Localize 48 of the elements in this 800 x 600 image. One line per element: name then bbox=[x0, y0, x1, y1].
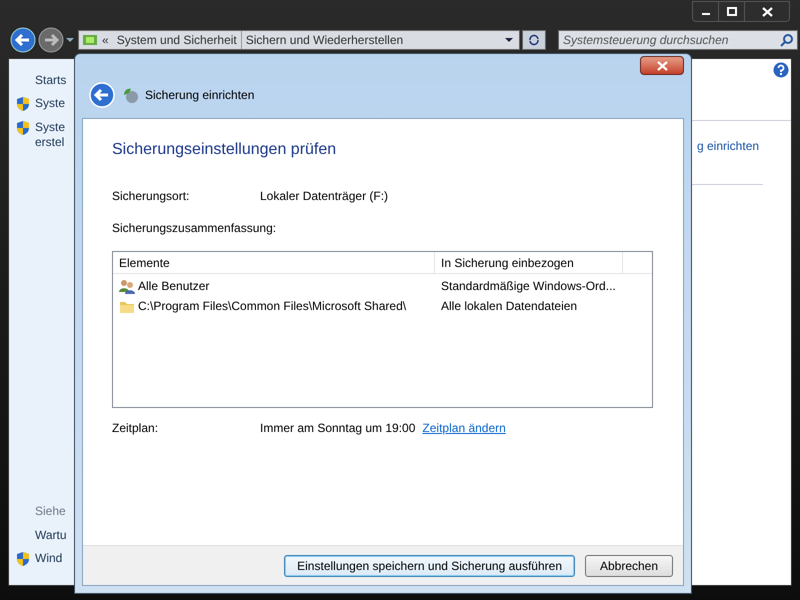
sidebar-link[interactable]: Wind bbox=[35, 551, 62, 566]
field-value: Lokaler Datenträger (F:) bbox=[260, 188, 388, 205]
sidebar-link[interactable]: Wartu bbox=[35, 528, 67, 543]
field-label: Zeitplan: bbox=[112, 420, 160, 437]
field-value: Immer am Sonntag um 19:00 bbox=[260, 420, 416, 437]
column-header[interactable]: Elemente bbox=[113, 252, 435, 273]
table-cell: Standardmäßige Windows-Ord... bbox=[441, 279, 616, 293]
setup-link[interactable]: g einrichten bbox=[697, 137, 791, 155]
sidebar-link[interactable]: Starts bbox=[35, 73, 66, 88]
users-icon bbox=[119, 278, 135, 294]
field-label: Sicherungsort: bbox=[112, 188, 190, 205]
search-icon[interactable] bbox=[780, 33, 794, 47]
table-cell-text: Alle Benutzer bbox=[138, 278, 210, 295]
column-header[interactable]: In Sicherung einbezogen bbox=[435, 252, 623, 273]
search-field[interactable]: Systemsteuerung durchsuchen bbox=[558, 30, 798, 50]
close-icon bbox=[762, 6, 772, 16]
table-cell-text: C:\Program Files\Common Files\Microsoft Shared\ bbox=[138, 298, 406, 315]
shield-icon bbox=[16, 96, 30, 112]
page-heading: Sicherungseinstellungen prüfen bbox=[112, 140, 338, 160]
history-dropdown-icon[interactable] bbox=[66, 37, 74, 43]
shield-icon bbox=[16, 551, 30, 567]
dropdown-icon[interactable] bbox=[505, 37, 513, 43]
back-button[interactable] bbox=[10, 27, 36, 53]
field-label: Sicherungszusammenfassung: bbox=[112, 220, 278, 237]
table-cell: Alle lokalen Datendateien bbox=[441, 299, 578, 313]
close-button[interactable] bbox=[745, 2, 789, 21]
overflow-chevron[interactable]: « bbox=[98, 31, 113, 49]
forward-button[interactable] bbox=[38, 27, 64, 53]
sidebar-link[interactable]: Syste erstel bbox=[35, 120, 66, 150]
breadcrumb[interactable]: System und Sicherheit bbox=[112, 31, 241, 49]
address-bar[interactable]: « System und Sicherheit Sichern und Wiederherstellen bbox=[78, 30, 520, 50]
maximize-icon bbox=[726, 7, 736, 16]
change-schedule-link[interactable]: Zeitplan ändern bbox=[422, 419, 506, 437]
minimize-button[interactable] bbox=[693, 2, 719, 21]
section-heading: Siehe bbox=[35, 504, 66, 518]
close-button[interactable] bbox=[640, 56, 684, 75]
dialog-title: Sicherung einrichten bbox=[145, 86, 254, 104]
refresh-icon bbox=[528, 34, 540, 46]
breadcrumb[interactable]: Sichern und Wiederherstellen bbox=[240, 31, 408, 49]
help-icon[interactable] bbox=[773, 62, 789, 78]
cancel-button[interactable]: Abbrechen bbox=[585, 554, 673, 576]
save-and-run-button[interactable]: Einstellungen speichern und Sicherung ausführen bbox=[284, 554, 575, 576]
shield-icon bbox=[16, 120, 30, 136]
refresh-button[interactable] bbox=[522, 30, 546, 50]
close-icon bbox=[656, 60, 668, 70]
control-panel-icon bbox=[82, 33, 98, 47]
sidebar-link[interactable]: Syste bbox=[35, 96, 66, 111]
maximize-button[interactable] bbox=[719, 2, 745, 21]
